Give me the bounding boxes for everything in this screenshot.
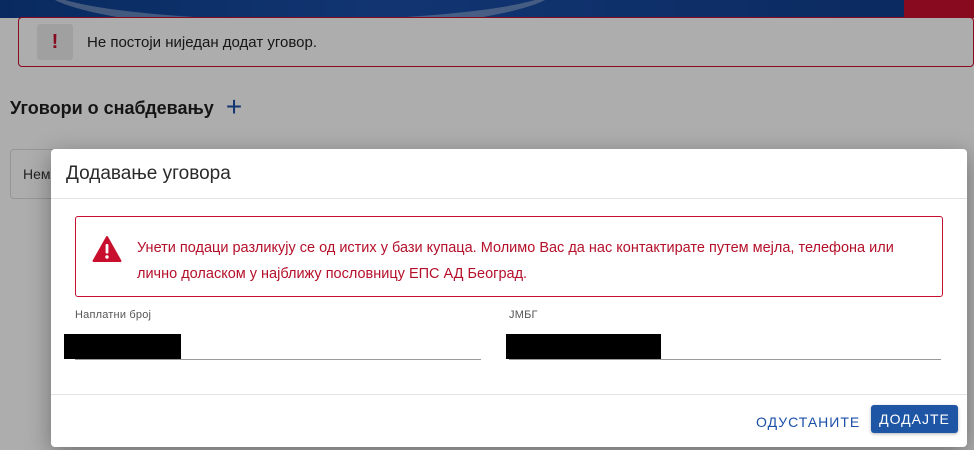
jmbg-label: ЈМБГ	[509, 309, 538, 321]
dialog-error-message: Унети подаци разликују се од истих у баз…	[75, 216, 943, 297]
billing-number-input-redacted[interactable]	[64, 334, 181, 359]
add-button[interactable]: ДОДАЈТЕ	[871, 405, 958, 433]
cancel-button[interactable]: ОДУСТАНИТЕ	[748, 409, 868, 435]
billing-number-underline	[75, 359, 481, 360]
jmbg-input-redacted[interactable]	[506, 334, 661, 359]
billing-number-label: Наплатни број	[75, 309, 152, 321]
add-contract-dialog: Додавање уговора Унети подаци разликују …	[51, 149, 967, 447]
dialog-header: Додавање уговора	[51, 149, 967, 199]
warning-triangle-icon	[92, 236, 122, 262]
error-text: Унети подаци разликују се од истих у баз…	[137, 240, 894, 282]
jmbg-field[interactable]: ЈМБГ	[506, 309, 941, 361]
dialog-title: Додавање уговора	[66, 162, 231, 184]
jmbg-underline	[509, 359, 941, 360]
dialog-footer: ОДУСТАНИТЕ ДОДАЈТЕ	[51, 394, 967, 447]
billing-number-field[interactable]: Наплатни број	[64, 309, 481, 361]
